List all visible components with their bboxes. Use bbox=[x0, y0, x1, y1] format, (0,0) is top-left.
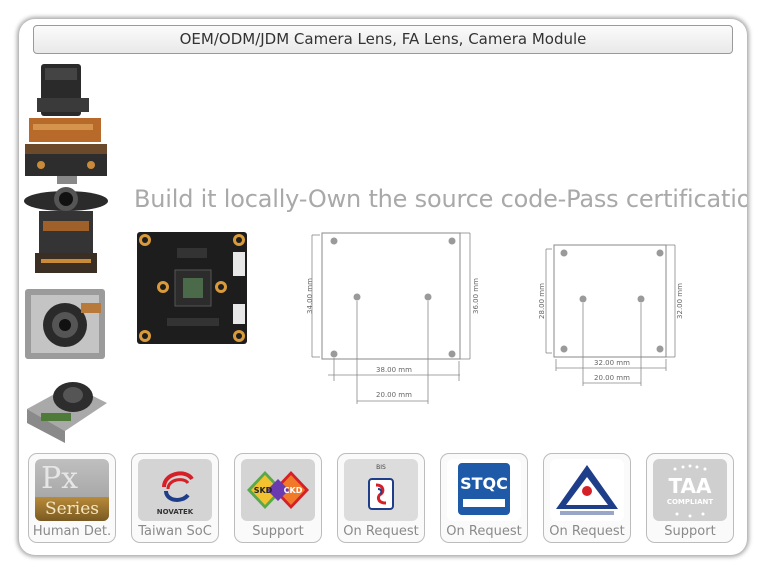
badge-label: On Request bbox=[446, 524, 522, 539]
dimension-diagram-large: 34.00 mm 36.00 mm 38.00 mm 20.00 mm bbox=[306, 232, 480, 404]
badge-bureau-indian-standards[interactable]: On Request bbox=[543, 453, 631, 543]
camera-module-image-4 bbox=[27, 382, 107, 443]
diagram-2-height-label: 28.00 mm bbox=[538, 283, 546, 319]
diagram-2-inner-width-label: 20.00 mm bbox=[594, 374, 630, 382]
svg-text:NOVATEK: NOVATEK bbox=[157, 508, 194, 516]
tagline: Build it locally-Own the source code-Pas… bbox=[134, 185, 747, 213]
main-panel: OEM/ODM/JDM Camera Lens, FA Lens, Camera… bbox=[19, 19, 747, 555]
camera-module-image-3 bbox=[25, 289, 105, 359]
diagram-2-outer-height-label: 32.00 mm bbox=[676, 283, 684, 319]
skd-ckd-icon: SKD CKD bbox=[241, 459, 315, 521]
svg-text:BIS: BIS bbox=[376, 464, 386, 471]
diagram-1-inner-width-label: 20.00 mm bbox=[376, 391, 412, 399]
badge-label: Support bbox=[252, 524, 304, 539]
badge-label: Support bbox=[664, 524, 716, 539]
badge-label: Human Det. bbox=[32, 524, 112, 539]
badge-stqc[interactable]: STQC On Request bbox=[440, 453, 528, 543]
bureau-indian-standards-icon bbox=[550, 459, 624, 521]
badge-taa-compliant[interactable]: TAA COMPLIANT Support bbox=[646, 453, 734, 543]
diagram-1-width-label: 38.00 mm bbox=[376, 366, 412, 374]
badge-label: On Request bbox=[343, 524, 419, 539]
pcb-board-image bbox=[137, 232, 247, 344]
diagram-1-outer-height-label: 36.00 mm bbox=[472, 278, 480, 314]
bis-icon: BIS bbox=[344, 459, 418, 521]
svg-text:SKD: SKD bbox=[254, 486, 273, 495]
diagram-2-width-label: 32.00 mm bbox=[594, 359, 630, 367]
camera-module-image-1 bbox=[25, 64, 107, 184]
badge-bis[interactable]: BIS On Request bbox=[337, 453, 425, 543]
badge-taiwan-soc[interactable]: NOVATEK Taiwan SoC bbox=[131, 453, 219, 543]
page-title: OEM/ODM/JDM Camera Lens, FA Lens, Camera… bbox=[33, 25, 733, 54]
diagram-1-height-label: 34.00 mm bbox=[306, 278, 314, 314]
badge-px-series[interactable]: Px Series Human Det. bbox=[28, 453, 116, 543]
badge-label: On Request bbox=[549, 524, 625, 539]
camera-module-image-2 bbox=[24, 187, 108, 273]
svg-text:CKD: CKD bbox=[284, 486, 303, 495]
svg-text:TAA: TAA bbox=[668, 474, 712, 498]
taa-compliant-icon: TAA COMPLIANT bbox=[653, 459, 727, 521]
novatek-icon: NOVATEK bbox=[138, 459, 212, 521]
stqc-icon: STQC bbox=[447, 459, 521, 521]
badge-label: Taiwan SoC bbox=[138, 524, 212, 539]
dimension-diagram-small: 28.00 mm 32.00 mm 32.00 mm 20.00 mm bbox=[538, 244, 684, 386]
svg-text:COMPLIANT: COMPLIANT bbox=[667, 498, 714, 506]
px-series-icon: Px Series bbox=[35, 459, 109, 521]
svg-text:STQC: STQC bbox=[460, 474, 508, 493]
badge-skd-ckd[interactable]: SKD CKD Support bbox=[234, 453, 322, 543]
